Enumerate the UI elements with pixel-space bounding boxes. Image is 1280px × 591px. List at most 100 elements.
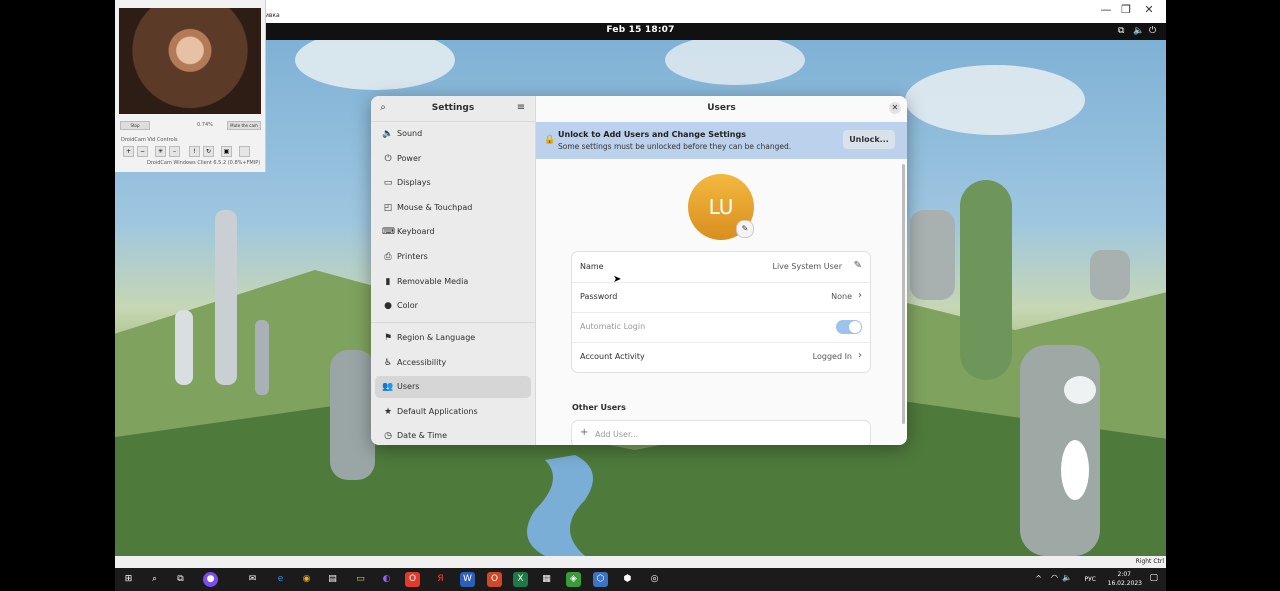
- password-label: Password: [580, 292, 618, 301]
- blank-tool-icon[interactable]: [239, 146, 250, 157]
- mouse-icon: ◰: [383, 203, 393, 213]
- power-icon[interactable]: ⏻: [1149, 26, 1156, 36]
- keyboard-icon: ⌨: [382, 227, 395, 237]
- close-window-button[interactable]: ✕: [1139, 2, 1159, 18]
- settings-sidebar: ⌕ Settings ≡ 🔈 Sound ⏻ Power ▭ Displays ◰ Mo…: [371, 96, 536, 445]
- wifi-icon[interactable]: ◠: [1051, 573, 1058, 582]
- unlock-button[interactable]: Unlock...: [843, 130, 895, 149]
- exposure-icon[interactable]: –: [169, 146, 180, 157]
- sidebar-item-keyboard[interactable]: ⌨ Keyboard: [375, 221, 531, 243]
- tray-time[interactable]: 2:07: [1118, 571, 1131, 578]
- mouse-cursor-icon: ➤: [613, 274, 622, 285]
- alice-assistant-icon[interactable]: ●: [203, 572, 218, 587]
- edit-avatar-icon[interactable]: ✎: [736, 220, 754, 238]
- add-user-row[interactable]: + Add User...: [572, 421, 870, 445]
- pencil-icon[interactable]: ✎: [854, 260, 862, 271]
- account-activity-row[interactable]: Account Activity Logged In ›: [572, 342, 870, 372]
- host-window-titlebar: ивка — ❐ ✕: [115, 0, 1166, 23]
- power-icon: ⏻: [384, 154, 392, 164]
- maximize-button[interactable]: ❐: [1116, 2, 1136, 18]
- zoom-out-icon[interactable]: −: [137, 146, 148, 157]
- sidebar-item-label: Users: [397, 382, 420, 391]
- gnome-top-bar: Feb 15 18:07 ⧉ 🔈 ⏻: [115, 23, 1166, 40]
- snapshot-icon[interactable]: ▣: [221, 146, 232, 157]
- menu-icon[interactable]: ≡: [515, 102, 527, 114]
- rotate-icon[interactable]: ↻: [203, 146, 214, 157]
- add-user-label: Add User...: [595, 430, 639, 439]
- account-activity-value: Logged In: [812, 352, 852, 361]
- app-purple-icon[interactable]: ◐: [379, 572, 394, 587]
- sidebar-item-label: Removable Media: [397, 277, 469, 286]
- notifications-icon[interactable]: ▢: [1149, 573, 1158, 583]
- users-panel: Users ✕ 🔒 Unlock to Add Users and Change…: [536, 96, 907, 445]
- sidebar-item-sound[interactable]: 🔈 Sound: [375, 123, 531, 145]
- edge-browser-icon[interactable]: e: [273, 572, 288, 587]
- office-icon[interactable]: O: [487, 572, 502, 587]
- sidebar-item-region-language[interactable]: ⚑ Region & Language: [375, 327, 531, 349]
- droidcam-icon[interactable]: ◈: [566, 572, 581, 587]
- chevron-right-icon: ›: [858, 350, 862, 361]
- webcam-stop-button[interactable]: Stop: [120, 121, 150, 130]
- scrollbar[interactable]: [902, 164, 905, 424]
- sidebar-item-label: Region & Language: [397, 333, 476, 342]
- document-viewer-icon[interactable]: ▦: [539, 572, 554, 587]
- volume-icon[interactable]: 🔈: [1062, 573, 1072, 582]
- show-hidden-icons-icon[interactable]: ^: [1035, 574, 1042, 583]
- host-window-title: ивка: [265, 12, 280, 19]
- autofocus-icon[interactable]: ✳: [155, 146, 166, 157]
- zoom-in-icon[interactable]: +: [123, 146, 134, 157]
- automatic-login-row: Automatic Login: [572, 312, 870, 343]
- search-icon[interactable]: ⌕: [147, 572, 162, 587]
- name-label: Name: [580, 262, 604, 271]
- clock[interactable]: Feb 15 18:07: [115, 25, 1166, 35]
- banner-title: Unlock to Add Users and Change Settings: [558, 130, 746, 139]
- page-title: Users: [707, 103, 736, 113]
- vm-status-bar: Right Ctrl: [115, 556, 1166, 568]
- alert-icon[interactable]: !: [189, 146, 200, 157]
- tray-date[interactable]: 16.02.2023: [1108, 580, 1142, 587]
- sidebar-title: Settings: [431, 103, 475, 113]
- sidebar-item-users[interactable]: 👥 Users: [375, 376, 531, 398]
- network-icon[interactable]: ⧉: [1118, 26, 1124, 36]
- task-view-icon[interactable]: ⧉: [173, 572, 188, 587]
- toggle-knob: [849, 321, 861, 333]
- opera-browser-icon[interactable]: O: [405, 572, 420, 587]
- sidebar-item-default-applications[interactable]: ★ Default Applications: [375, 401, 531, 423]
- store-icon[interactable]: ▤: [325, 572, 340, 587]
- file-explorer-icon[interactable]: ▭: [353, 572, 368, 587]
- sidebar-item-removable-media[interactable]: ▮ Removable Media: [375, 271, 531, 293]
- unlock-banner: 🔒 Unlock to Add Users and Change Setting…: [536, 122, 907, 159]
- word-icon[interactable]: W: [460, 572, 475, 587]
- sidebar-header: ⌕ Settings ≡: [371, 96, 535, 122]
- webcam-mute-button[interactable]: Mute the cam: [227, 121, 261, 130]
- windows-start-icon[interactable]: ⊞: [121, 572, 136, 587]
- excel-icon[interactable]: X: [513, 572, 528, 587]
- minimize-button[interactable]: —: [1096, 2, 1116, 18]
- yandex-browser-icon[interactable]: Я: [433, 572, 448, 587]
- sidebar-item-color[interactable]: ● Color: [375, 295, 531, 317]
- star-icon: ★: [383, 407, 393, 417]
- mail-icon[interactable]: ✉: [245, 572, 260, 587]
- virtualbox-icon[interactable]: ⬡: [593, 572, 608, 587]
- automatic-login-toggle[interactable]: [836, 320, 862, 334]
- sidebar-item-accessibility[interactable]: ♿ Accessibility: [375, 352, 531, 374]
- sidebar-item-label: Accessibility: [397, 358, 447, 367]
- display-icon: ▭: [383, 178, 393, 188]
- printer-icon: ⎙: [384, 252, 392, 262]
- sidebar-item-power[interactable]: ⏻ Power: [375, 148, 531, 170]
- sidebar-item-label: Printers: [397, 252, 428, 261]
- obs-icon[interactable]: ◎: [647, 572, 662, 587]
- sidebar-item-printers[interactable]: ⎙ Printers: [375, 246, 531, 268]
- language-indicator[interactable]: РУС: [1085, 576, 1096, 583]
- sound-icon: 🔈: [382, 129, 394, 139]
- sidebar-item-date-time[interactable]: ◷ Date & Time: [375, 425, 531, 445]
- sidebar-item-label: Sound: [397, 129, 423, 138]
- virtualbox-manager-icon[interactable]: ⬢: [620, 572, 635, 587]
- close-button[interactable]: ✕: [889, 102, 901, 114]
- flag-icon: ⚑: [383, 333, 393, 343]
- sidebar-item-mouse[interactable]: ◰ Mouse & Touchpad: [375, 197, 531, 219]
- volume-icon[interactable]: 🔈: [1133, 26, 1144, 36]
- sidebar-item-displays[interactable]: ▭ Displays: [375, 172, 531, 194]
- chrome-browser-icon[interactable]: ◉: [299, 572, 314, 587]
- password-row[interactable]: Password None ›: [572, 282, 870, 313]
